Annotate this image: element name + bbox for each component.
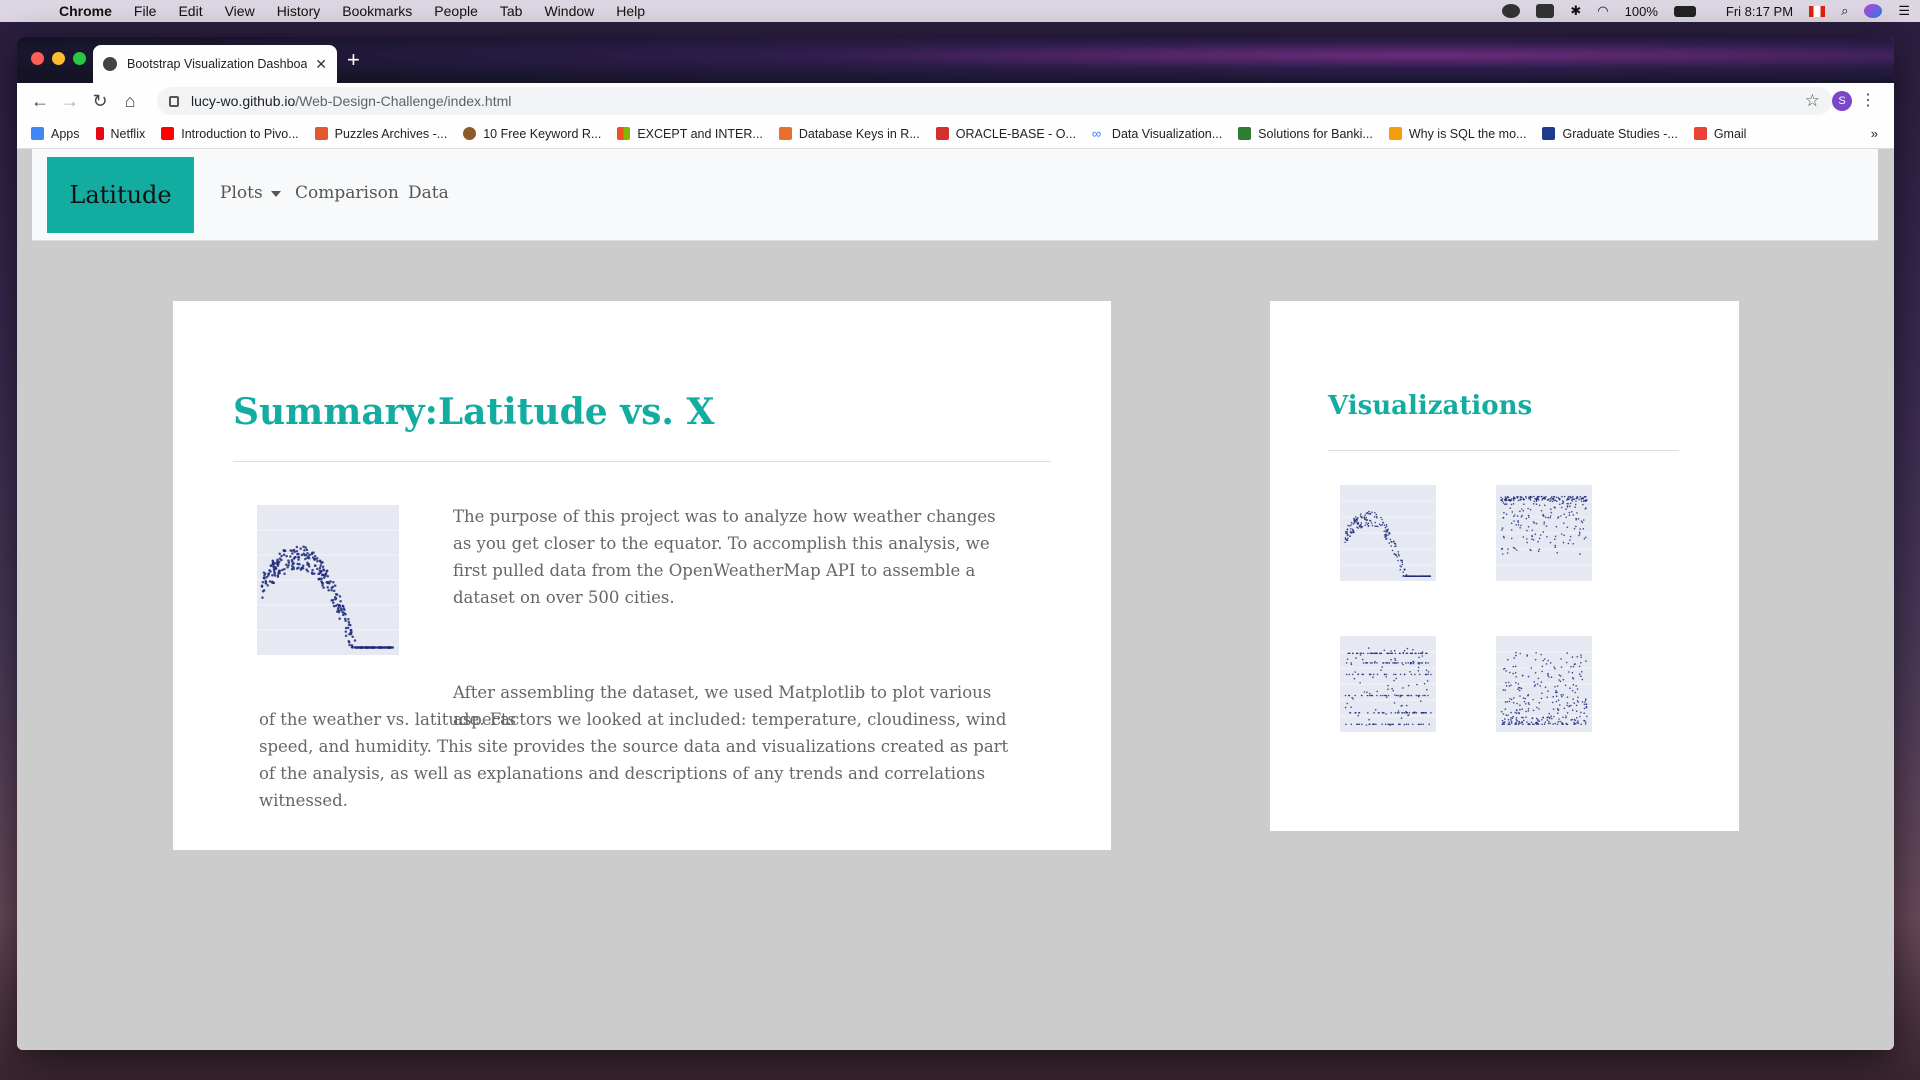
visualizations-card: Visualizations	[1270, 301, 1739, 831]
minimize-window-button[interactable]	[52, 52, 65, 65]
tab-title: Bootstrap Visualization Dashboard	[127, 57, 308, 71]
address-bar[interactable]: lucy-wo.github.io /Web-Design-Challenge/…	[157, 87, 1832, 115]
menubar-clock[interactable]: Fri 8:17 PM	[1726, 4, 1793, 19]
netflix-icon	[95, 127, 104, 140]
bookmark-except-intersect[interactable]: EXCEPT and INTER...	[617, 127, 763, 141]
url-path: /Web-Design-Challenge/index.html	[295, 93, 512, 109]
notification-center-icon[interactable]: ☰	[1898, 3, 1910, 19]
menu-edit[interactable]: Edit	[167, 3, 213, 19]
summary-paragraph-1: The purpose of this project was to analy…	[453, 507, 996, 607]
site-navbar: Latitude Plots Comparison Data	[32, 149, 1878, 241]
bookmark-netflix[interactable]: Netflix	[95, 127, 145, 141]
menu-app-name[interactable]: Chrome	[48, 3, 123, 19]
home-button[interactable]: ⌂	[115, 91, 145, 112]
bookmark-gmail[interactable]: Gmail	[1693, 127, 1746, 141]
summary-title: Summary:Latitude vs. X	[233, 391, 715, 433]
tab-favicon-icon	[103, 57, 117, 71]
forward-button[interactable]: →	[55, 91, 85, 112]
bookmark-graduate-studies[interactable]: Graduate Studies -...	[1542, 127, 1678, 141]
zoom-window-button[interactable]	[73, 52, 86, 65]
close-window-button[interactable]	[31, 52, 44, 65]
summary-card: Summary:Latitude vs. X The purpose of th…	[173, 301, 1111, 850]
thumbnail-humidity-plot[interactable]	[1484, 473, 1614, 613]
url-host: lucy-wo.github.io	[191, 93, 296, 109]
page-viewport: Latitude Plots Comparison Data Summary:L…	[17, 149, 1894, 1050]
browser-window: Bootstrap Visualization Dashboard ✕ + ← …	[17, 37, 1894, 1050]
puzzles-site-icon	[314, 127, 328, 140]
tab-strip: Bootstrap Visualization Dashboard ✕ +	[17, 37, 1894, 83]
chrome-menu-icon[interactable]: ⋮	[1860, 91, 1876, 111]
browser-tab-active[interactable]: Bootstrap Visualization Dashboard ✕	[93, 45, 337, 83]
bookmark-puzzles[interactable]: Puzzles Archives -...	[314, 127, 447, 141]
input-source-flag-icon[interactable]	[1809, 5, 1826, 17]
thumbnail-temperature-plot[interactable]	[1328, 473, 1458, 613]
summary-paragraph-2: of the weather vs. latitude. Factors we …	[259, 710, 1009, 810]
wechat-icon[interactable]	[1502, 4, 1521, 18]
menu-tab[interactable]: Tab	[489, 3, 534, 19]
wifi-icon[interactable]: ◠	[1597, 3, 1608, 19]
airplay-icon[interactable]	[1536, 4, 1555, 18]
window-controls	[31, 52, 86, 65]
menu-help[interactable]: Help	[605, 3, 656, 19]
graduate-site-icon	[1542, 127, 1556, 140]
bookmark-why-sql[interactable]: Why is SQL the mo...	[1388, 127, 1526, 141]
bookmark-keyword[interactable]: 10 Free Keyword R...	[463, 127, 601, 141]
oracle-base-icon	[935, 127, 949, 140]
infinity-icon: ∞	[1091, 126, 1102, 141]
bookmark-apps[interactable]: Apps	[31, 127, 80, 141]
bluetooth-icon[interactable]: ✱	[1570, 3, 1581, 19]
thumbnail-wind-speed-plot[interactable]	[1484, 624, 1614, 764]
sql-site-icon	[1388, 127, 1402, 140]
menu-file[interactable]: File	[123, 3, 168, 19]
divider	[233, 461, 1051, 462]
menu-bookmarks[interactable]: Bookmarks	[331, 3, 423, 19]
keyword-site-icon	[463, 127, 477, 140]
bookmark-star-icon[interactable]: ☆	[1805, 91, 1820, 111]
macos-menubar: Chrome File Edit View History Bookmarks …	[0, 0, 1920, 22]
tab-close-icon[interactable]: ✕	[315, 56, 327, 73]
back-button[interactable]: ←	[25, 91, 55, 112]
dropdown-caret-icon	[270, 190, 281, 197]
bookmarks-bar: Apps Netflix Introduction to Pivo... Puz…	[17, 119, 1894, 149]
gmail-icon	[1693, 127, 1707, 140]
menu-history[interactable]: History	[266, 3, 332, 19]
nav-plots-dropdown[interactable]: Plots	[220, 183, 281, 203]
divider	[1328, 450, 1679, 451]
bookmark-oracle-base[interactable]: ORACLE-BASE - O...	[935, 127, 1076, 141]
youtube-icon	[161, 127, 175, 140]
bookmark-banking-solutions[interactable]: Solutions for Banki...	[1238, 127, 1373, 141]
nav-data[interactable]: Data	[408, 183, 449, 203]
bookmark-database-keys[interactable]: Database Keys in R...	[778, 127, 920, 141]
apps-grid-icon	[31, 127, 44, 140]
battery-icon[interactable]	[1673, 5, 1696, 17]
max-temperature-plot-image[interactable]	[243, 491, 438, 681]
thumbnail-cloudiness-plot[interactable]	[1328, 624, 1458, 764]
reload-button[interactable]: ↻	[85, 91, 115, 112]
menu-window[interactable]: Window	[533, 3, 605, 19]
database-site-icon	[778, 127, 792, 140]
bookmark-data-viz[interactable]: ∞ Data Visualization...	[1092, 127, 1222, 141]
solutions-site-icon	[1238, 127, 1252, 140]
more-bookmarks-icon[interactable]: »	[1871, 126, 1878, 141]
menu-view[interactable]: View	[214, 3, 266, 19]
visualizations-title: Visualizations	[1328, 391, 1533, 421]
lock-icon[interactable]	[169, 95, 179, 107]
bookmark-pivot-intro[interactable]: Introduction to Pivo...	[161, 127, 299, 141]
browser-toolbar: ← → ↻ ⌂ lucy-wo.github.io /Web-Design-Ch…	[17, 83, 1894, 119]
microsoft-icon	[617, 127, 631, 140]
battery-percent[interactable]: 100%	[1625, 4, 1658, 19]
menu-people[interactable]: People	[423, 3, 489, 19]
nav-comparison[interactable]: Comparison	[295, 183, 399, 203]
siri-icon[interactable]	[1864, 4, 1883, 18]
site-brand[interactable]: Latitude	[47, 157, 194, 233]
new-tab-button[interactable]: +	[347, 49, 360, 71]
profile-avatar[interactable]: S	[1832, 91, 1852, 111]
spotlight-search-icon[interactable]: ⌕	[1841, 3, 1848, 19]
